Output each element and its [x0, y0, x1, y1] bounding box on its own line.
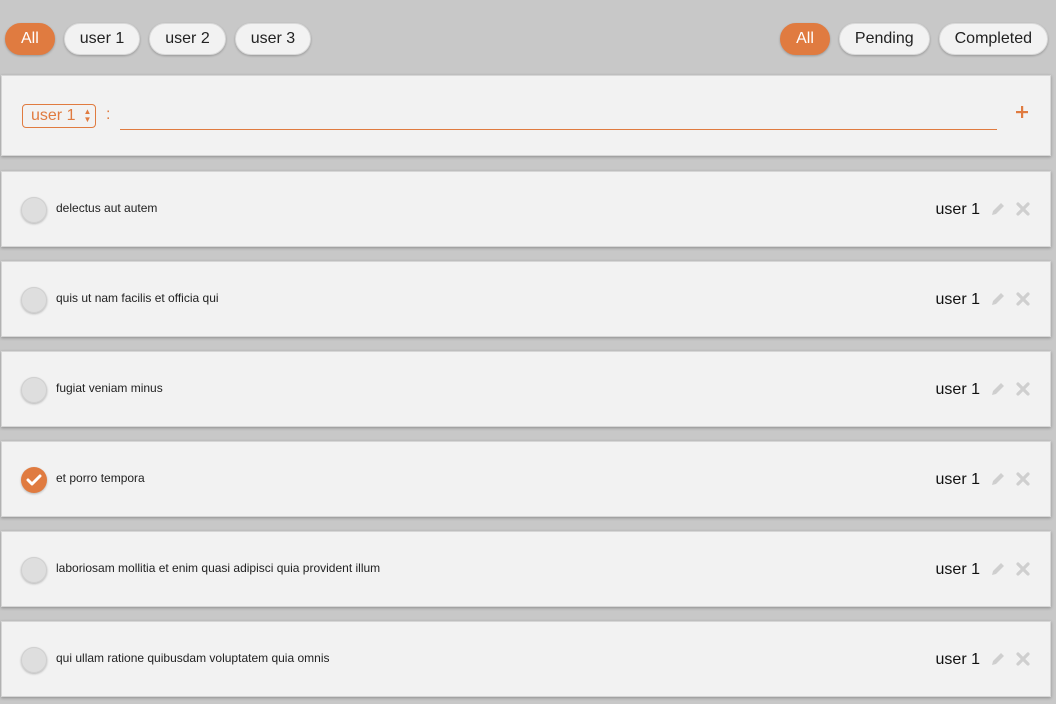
- status-filter-completed[interactable]: Completed: [938, 23, 1048, 55]
- select-arrows-icon: ▲ ▼: [83, 107, 92, 124]
- todo-user: user 1: [935, 561, 980, 578]
- todo-user: user 1: [935, 201, 980, 218]
- todo-text: qui ullam ratione quibusdam voluptatem q…: [56, 651, 330, 665]
- pencil-icon[interactable]: [989, 470, 1007, 488]
- user-select[interactable]: user 1 ▲ ▼: [22, 104, 97, 128]
- new-todo-input[interactable]: [120, 105, 997, 130]
- check-icon: [26, 474, 42, 486]
- pencil-icon[interactable]: [989, 650, 1007, 668]
- close-icon[interactable]: [1015, 471, 1031, 487]
- filter-bar: All user 1 user 2 user 3 All Pending Com…: [0, 0, 1056, 76]
- close-icon[interactable]: [1015, 561, 1031, 577]
- complete-toggle[interactable]: [21, 287, 47, 313]
- user-select-value: user 1: [31, 107, 76, 124]
- pencil-icon[interactable]: [989, 290, 1007, 308]
- complete-toggle[interactable]: [21, 647, 47, 673]
- plus-icon[interactable]: [1014, 104, 1030, 120]
- todo-item: quis ut nam facilis et officia qui user 1: [1, 261, 1051, 337]
- status-filter-group: All Pending Completed: [780, 23, 1048, 55]
- user-filter-user-2[interactable]: user 2: [149, 23, 226, 55]
- user-filter-group: All user 1 user 2 user 3: [5, 23, 312, 55]
- todo-text: laboriosam mollitia et enim quasi adipis…: [56, 561, 381, 575]
- close-icon[interactable]: [1015, 651, 1031, 667]
- todo-text: et porro tempora: [56, 471, 145, 485]
- todo-user: user 1: [935, 471, 980, 488]
- status-filter-all[interactable]: All: [780, 23, 830, 55]
- new-todo-form: user 1 ▲ ▼ :: [1, 75, 1051, 156]
- user-filter-user-3[interactable]: user 3: [234, 23, 312, 55]
- todo-item: delectus aut autem user 1: [1, 171, 1051, 247]
- close-icon[interactable]: [1015, 201, 1031, 217]
- todo-item: laboriosam mollitia et enim quasi adipis…: [1, 531, 1051, 607]
- complete-toggle[interactable]: [21, 467, 47, 493]
- todo-user: user 1: [935, 291, 980, 308]
- todo-text: fugiat veniam minus: [56, 381, 163, 395]
- complete-toggle[interactable]: [21, 557, 47, 583]
- todo-item: qui ullam ratione quibusdam voluptatem q…: [1, 621, 1051, 697]
- pencil-icon[interactable]: [989, 560, 1007, 578]
- todo-text: quis ut nam facilis et officia qui: [56, 291, 219, 305]
- pencil-icon[interactable]: [989, 200, 1007, 218]
- user-filter-all[interactable]: All: [5, 23, 55, 55]
- user-filter-user-1[interactable]: user 1: [63, 23, 141, 55]
- status-filter-pending[interactable]: Pending: [838, 23, 930, 55]
- close-icon[interactable]: [1015, 291, 1031, 307]
- complete-toggle[interactable]: [21, 377, 47, 403]
- complete-toggle[interactable]: [21, 197, 47, 223]
- user-separator: :: [106, 106, 111, 123]
- todo-user: user 1: [935, 381, 980, 398]
- close-icon[interactable]: [1015, 381, 1031, 397]
- pencil-icon[interactable]: [989, 380, 1007, 398]
- todo-user: user 1: [935, 651, 980, 668]
- todo-item: fugiat veniam minus user 1: [1, 351, 1051, 427]
- todo-text: delectus aut autem: [56, 201, 158, 215]
- todo-item: et porro tempora user 1: [1, 441, 1051, 517]
